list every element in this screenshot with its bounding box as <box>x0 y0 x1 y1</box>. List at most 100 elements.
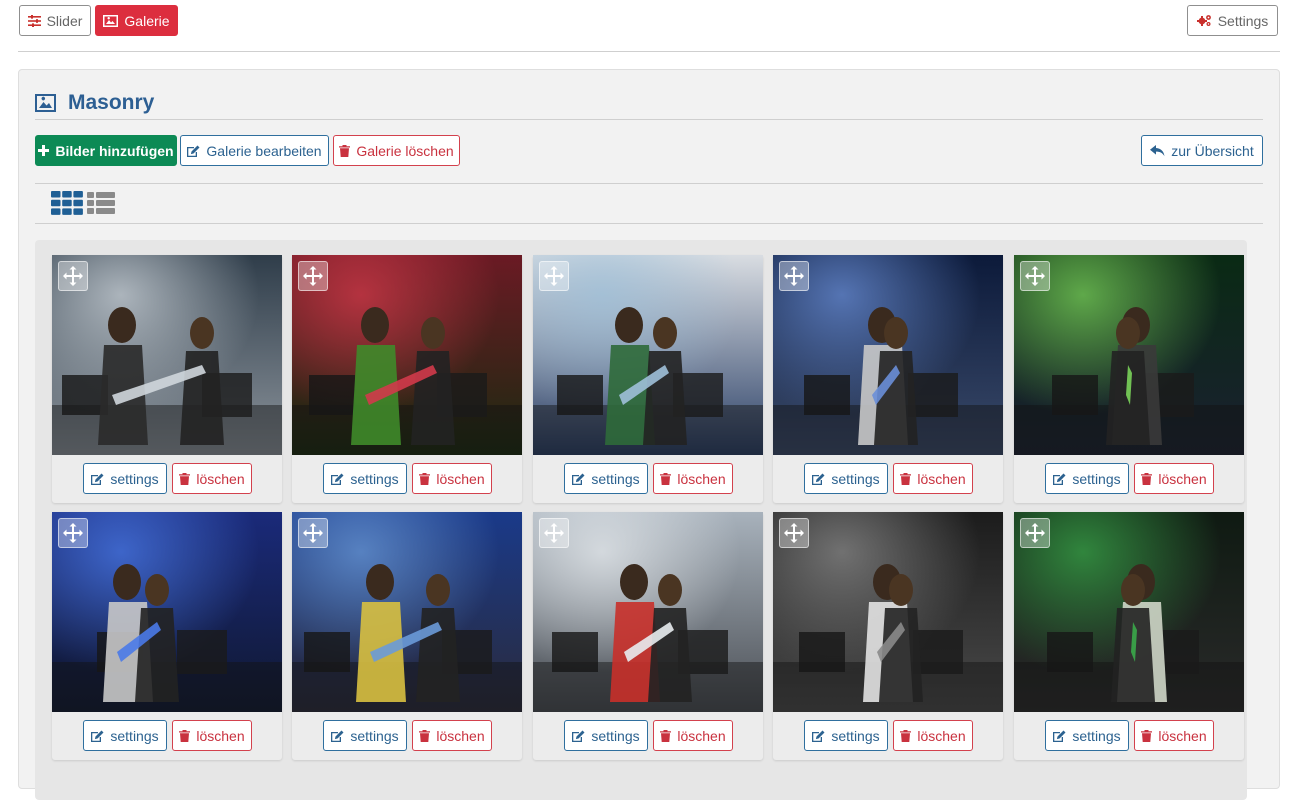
move-icon[interactable] <box>779 261 809 291</box>
image-settings-label: settings <box>110 727 159 744</box>
image-delete-label: löschen <box>436 470 485 487</box>
gallery-item: settings löschen <box>52 512 282 760</box>
image-delete-button[interactable]: löschen <box>412 463 492 494</box>
image-settings-button[interactable]: settings <box>1045 463 1129 494</box>
trash-icon <box>660 729 672 742</box>
image-settings-button[interactable]: settings <box>1045 720 1129 751</box>
list-view-icon[interactable] <box>87 191 115 214</box>
add-images-button[interactable]: Bilder hinzufügen <box>35 135 177 166</box>
image-delete-button[interactable]: löschen <box>653 463 733 494</box>
divider <box>35 223 1263 224</box>
image-settings-button[interactable]: settings <box>83 463 167 494</box>
gallery-item: settings löschen <box>292 512 522 760</box>
tab-slider-label: Slider <box>46 12 83 29</box>
move-icon[interactable] <box>58 518 88 548</box>
image-settings-button[interactable]: settings <box>804 720 888 751</box>
edit-icon <box>331 473 344 485</box>
move-icon[interactable] <box>298 261 328 291</box>
image-delete-label: löschen <box>677 727 726 744</box>
trash-icon <box>1141 729 1153 742</box>
edit-icon <box>1053 730 1066 742</box>
settings-button[interactable]: Settings <box>1187 5 1278 36</box>
image-settings-button[interactable]: settings <box>564 463 648 494</box>
image-delete-button[interactable]: löschen <box>172 463 252 494</box>
edit-icon <box>331 730 344 742</box>
image-delete-label: löschen <box>196 727 245 744</box>
view-toggle <box>51 190 115 215</box>
edit-icon <box>91 473 104 485</box>
edit-icon <box>812 473 825 485</box>
trash-icon <box>179 472 191 485</box>
image-settings-label: settings <box>831 727 880 744</box>
gallery-image[interactable] <box>773 255 1003 455</box>
image-settings-label: settings <box>110 470 159 487</box>
image-delete-label: löschen <box>436 727 485 744</box>
trash-icon <box>900 472 912 485</box>
top-toolbar: Slider Galerie Settings <box>18 5 1280 52</box>
image-settings-button[interactable]: settings <box>83 720 167 751</box>
tab-galerie[interactable]: Galerie <box>95 5 178 36</box>
image-settings-button[interactable]: settings <box>564 720 648 751</box>
image-settings-label: settings <box>591 727 640 744</box>
image-delete-button[interactable]: löschen <box>893 720 973 751</box>
move-icon[interactable] <box>1020 261 1050 291</box>
edit-icon <box>812 730 825 742</box>
add-images-label: Bilder hinzufügen <box>55 142 174 159</box>
move-icon[interactable] <box>539 261 569 291</box>
tab-galerie-label: Galerie <box>124 12 170 29</box>
image-icon <box>35 93 56 112</box>
gallery-image[interactable] <box>533 255 763 455</box>
image-settings-button[interactable]: settings <box>323 463 407 494</box>
gallery-image[interactable] <box>1014 255 1244 455</box>
gallery-image[interactable] <box>52 512 282 712</box>
move-icon[interactable] <box>539 518 569 548</box>
gallery-image[interactable] <box>292 512 522 712</box>
image-settings-label: settings <box>831 470 880 487</box>
image-delete-button[interactable]: löschen <box>412 720 492 751</box>
gallery-item: settings löschen <box>773 255 1003 503</box>
image-delete-button[interactable]: löschen <box>1134 463 1214 494</box>
move-icon[interactable] <box>58 261 88 291</box>
gallery-image[interactable] <box>52 255 282 455</box>
gallery-image[interactable] <box>533 512 763 712</box>
trash-icon <box>900 729 912 742</box>
image-delete-button[interactable]: löschen <box>653 720 733 751</box>
image-delete-button[interactable]: löschen <box>893 463 973 494</box>
divider <box>35 183 1263 184</box>
delete-gallery-button[interactable]: Galerie löschen <box>333 135 460 166</box>
gallery-image[interactable] <box>1014 512 1244 712</box>
gallery-image[interactable] <box>773 512 1003 712</box>
gallery-item: settings löschen <box>773 512 1003 760</box>
gears-icon <box>1196 15 1211 26</box>
gallery-image[interactable] <box>292 255 522 455</box>
sliders-icon <box>27 14 41 27</box>
edit-icon <box>187 145 200 157</box>
page-title: Masonry <box>68 90 155 114</box>
trash-icon <box>419 729 431 742</box>
edit-gallery-button[interactable]: Galerie bearbeiten <box>180 135 329 166</box>
image-delete-button[interactable]: löschen <box>1134 720 1214 751</box>
gallery-item: settings löschen <box>533 512 763 760</box>
image-delete-label: löschen <box>1158 470 1207 487</box>
move-icon[interactable] <box>298 518 328 548</box>
gallery-item: settings löschen <box>292 255 522 503</box>
image-delete-label: löschen <box>677 470 726 487</box>
image-settings-label: settings <box>1072 470 1121 487</box>
trash-icon <box>1141 472 1153 485</box>
gallery-item: settings löschen <box>1014 512 1244 760</box>
image-settings-button[interactable]: settings <box>323 720 407 751</box>
trash-icon <box>419 472 431 485</box>
plus-icon <box>38 145 50 156</box>
overview-button[interactable]: zur Übersicht <box>1141 135 1263 166</box>
tab-slider[interactable]: Slider <box>19 5 91 36</box>
image-delete-button[interactable]: löschen <box>172 720 252 751</box>
gallery-panel: Masonry Bilder hinzufügen Galerie bearbe… <box>18 69 1280 800</box>
image-settings-label: settings <box>1072 727 1121 744</box>
move-icon[interactable] <box>1020 518 1050 548</box>
image-settings-button[interactable]: settings <box>804 463 888 494</box>
grid-view-icon[interactable] <box>51 190 83 215</box>
edit-icon <box>572 473 585 485</box>
edit-icon <box>91 730 104 742</box>
move-icon[interactable] <box>779 518 809 548</box>
image-settings-label: settings <box>350 727 399 744</box>
